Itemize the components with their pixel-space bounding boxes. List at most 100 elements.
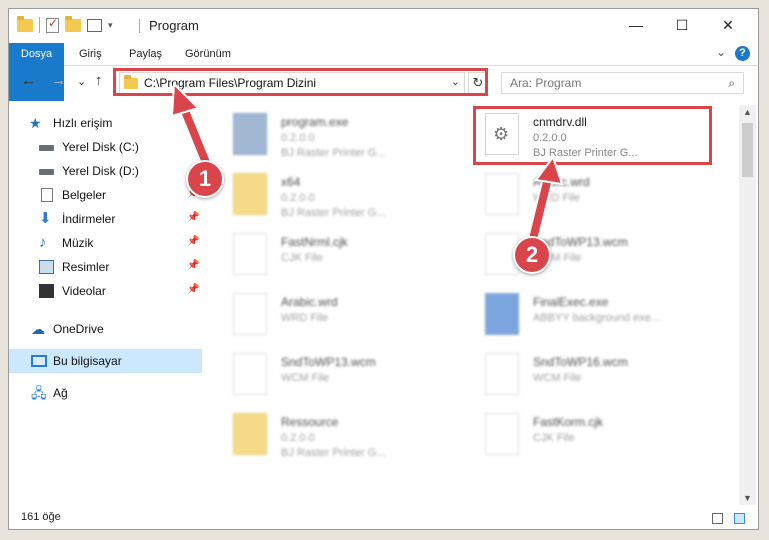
file-item[interactable]: Arabic.wrd WRD File — [461, 165, 701, 223]
sidebar-item-label: Belgeler — [62, 188, 107, 202]
title-divider — [139, 19, 140, 33]
star-icon: ★ — [29, 115, 42, 131]
ribbon-tabs: Dosya Giriş Paylaş Görünüm ⌄ ? — [9, 43, 758, 101]
file-name: SndToWP16.wcm — [533, 355, 628, 369]
cloud-icon: ☁ — [31, 321, 45, 337]
folder-icon — [233, 173, 267, 215]
file-version: 0.2.0.0 — [281, 432, 315, 444]
document-file-icon — [233, 293, 267, 335]
file-type: WRD File — [281, 312, 329, 324]
pin-icon[interactable]: 📌 — [187, 260, 199, 271]
scrollbar-thumb[interactable] — [742, 123, 753, 177]
help-icon[interactable]: ? — [735, 46, 750, 61]
callout-badge-2: 2 — [513, 236, 551, 274]
details-view-icon[interactable] — [712, 513, 723, 524]
sidebar-item-quick-access[interactable]: ★ Hızlı erişim — [9, 111, 202, 135]
file-description: BJ Raster Printer G... — [281, 207, 386, 219]
file-name: FastKorm.cjk — [533, 415, 604, 429]
sidebar-item-label: Resimler — [62, 260, 110, 274]
file-item[interactable]: FastNrml.cjk CJK File — [209, 225, 449, 283]
file-name: x64 — [281, 175, 301, 189]
tab-home[interactable]: Giriş — [71, 43, 110, 65]
sidebar-item-label: Videolar — [62, 284, 106, 298]
file-item[interactable]: Ressource 0.2.0.0 BJ Raster Printer G... — [209, 405, 449, 463]
file-type: WCM File — [533, 372, 582, 384]
sidebar-item-label: Hızlı erişim — [53, 116, 113, 130]
vertical-scrollbar[interactable]: ▲ ▼ — [739, 105, 756, 505]
pin-icon[interactable]: 📌 — [187, 236, 199, 247]
file-name: program.exe — [281, 115, 349, 129]
file-item[interactable]: x64 0.2.0.0 BJ Raster Printer G... — [209, 165, 449, 223]
close-button[interactable]: ✕ — [705, 9, 751, 41]
sidebar-item-onedrive[interactable]: ☁ OneDrive — [9, 317, 202, 341]
file-version: 0.2.0.0 — [281, 192, 315, 204]
sidebar-item-documents[interactable]: Belgeler 📌 — [9, 183, 202, 207]
file-type: WRD File — [533, 192, 581, 204]
new-folder-icon[interactable] — [65, 15, 81, 32]
sidebar-item-this-pc[interactable]: Bu bilgisayar — [9, 349, 202, 373]
minimize-button[interactable]: — — [613, 9, 659, 41]
file-item[interactable]: Arabic.wrd WRD File — [209, 285, 449, 343]
sidebar-item-label: OneDrive — [53, 322, 104, 336]
recent-locations-button[interactable]: ⌄ — [77, 75, 86, 88]
maximize-button[interactable]: ☐ — [659, 9, 705, 41]
address-highlight-box — [113, 68, 488, 96]
search-box[interactable]: Ara: Program ⌕ — [501, 72, 744, 94]
file-item[interactable]: SndToWP16.wcm WCM File — [461, 345, 701, 403]
folder-icon[interactable] — [17, 15, 33, 32]
window-title: Program — [149, 18, 199, 33]
file-type: CJK File — [533, 432, 575, 444]
sidebar-item-pictures[interactable]: Resimler 📌 — [9, 255, 202, 279]
sidebar-item-music[interactable]: ♪ Müzik 📌 — [9, 231, 202, 255]
folder-icon — [233, 413, 267, 455]
sidebar-item-local-disk-d[interactable]: Yerel Disk (D:) — [9, 159, 202, 183]
dll-file-highlight-box — [473, 106, 712, 165]
forward-button[interactable]: → — [51, 72, 66, 89]
file-version: 0.2.0.0 — [281, 132, 315, 144]
drive-icon — [39, 169, 54, 175]
file-name: SndToWP13.wcm — [281, 355, 376, 369]
file-item[interactable]: SndToWP13.wcm WCM File — [461, 225, 701, 283]
properties-check-icon[interactable] — [46, 16, 59, 33]
scroll-down-icon[interactable]: ▼ — [743, 493, 752, 503]
large-icons-view-icon[interactable] — [734, 513, 745, 524]
exe-file-icon — [485, 293, 519, 335]
file-name: FinalExec.exe — [533, 295, 609, 309]
file-name: Ressource — [281, 415, 339, 429]
file-item[interactable]: program.exe 0.2.0.0 BJ Raster Printer G.… — [209, 105, 449, 163]
search-icon[interactable]: ⌕ — [728, 76, 735, 91]
sidebar-item-network[interactable]: 🖧 Ağ — [9, 381, 202, 405]
tab-view[interactable]: Görünüm — [177, 43, 239, 65]
file-list: program.exe 0.2.0.0 BJ Raster Printer G.… — [209, 105, 739, 505]
up-button[interactable]: ↑ — [95, 72, 103, 89]
pin-icon[interactable]: 📌 — [187, 284, 199, 295]
tab-share[interactable]: Paylaş — [121, 43, 170, 65]
sidebar-item-label: Müzik — [62, 236, 94, 250]
file-type: ABBYY background exe... — [533, 312, 660, 324]
file-item[interactable]: FastKorm.cjk CJK File — [461, 405, 701, 463]
download-arrow-icon: ⬇ — [39, 210, 52, 227]
status-bar: 161 öğe — [9, 507, 758, 529]
document-icon — [41, 188, 53, 202]
navigation-pane: ★ Hızlı erişim Yerel Disk (C:) Yerel Dis… — [9, 105, 202, 505]
ribbon-collapse-icon[interactable]: ⌄ — [716, 45, 726, 59]
computer-icon — [31, 355, 47, 367]
pin-icon[interactable]: 📌 — [187, 212, 199, 223]
scroll-up-icon[interactable]: ▲ — [743, 107, 752, 117]
network-icon: 🖧 — [31, 385, 47, 401]
callout-badge-1: 1 — [186, 160, 224, 198]
music-note-icon: ♪ — [39, 234, 47, 251]
sidebar-item-local-disk-c[interactable]: Yerel Disk (C:) — [9, 135, 202, 159]
customize-toolbar-icon[interactable] — [87, 18, 102, 32]
document-file-icon — [485, 413, 519, 455]
search-placeholder[interactable]: Ara: Program — [510, 76, 581, 90]
sidebar-item-videos[interactable]: Videolar 📌 — [9, 279, 202, 303]
sidebar-item-downloads[interactable]: ⬇ İndirmeler 📌 — [9, 207, 202, 231]
file-item[interactable]: FinalExec.exe ABBYY background exe... — [461, 285, 701, 343]
quick-access-toolbar: ▾ — [17, 15, 113, 33]
sidebar-item-label: İndirmeler — [62, 212, 116, 226]
toolbar-dropdown-icon[interactable]: ▾ — [108, 20, 113, 31]
back-button[interactable]: ← — [21, 72, 36, 89]
file-item[interactable]: SndToWP13.wcm WCM File — [209, 345, 449, 403]
file-name: Arabic.wrd — [281, 295, 338, 309]
